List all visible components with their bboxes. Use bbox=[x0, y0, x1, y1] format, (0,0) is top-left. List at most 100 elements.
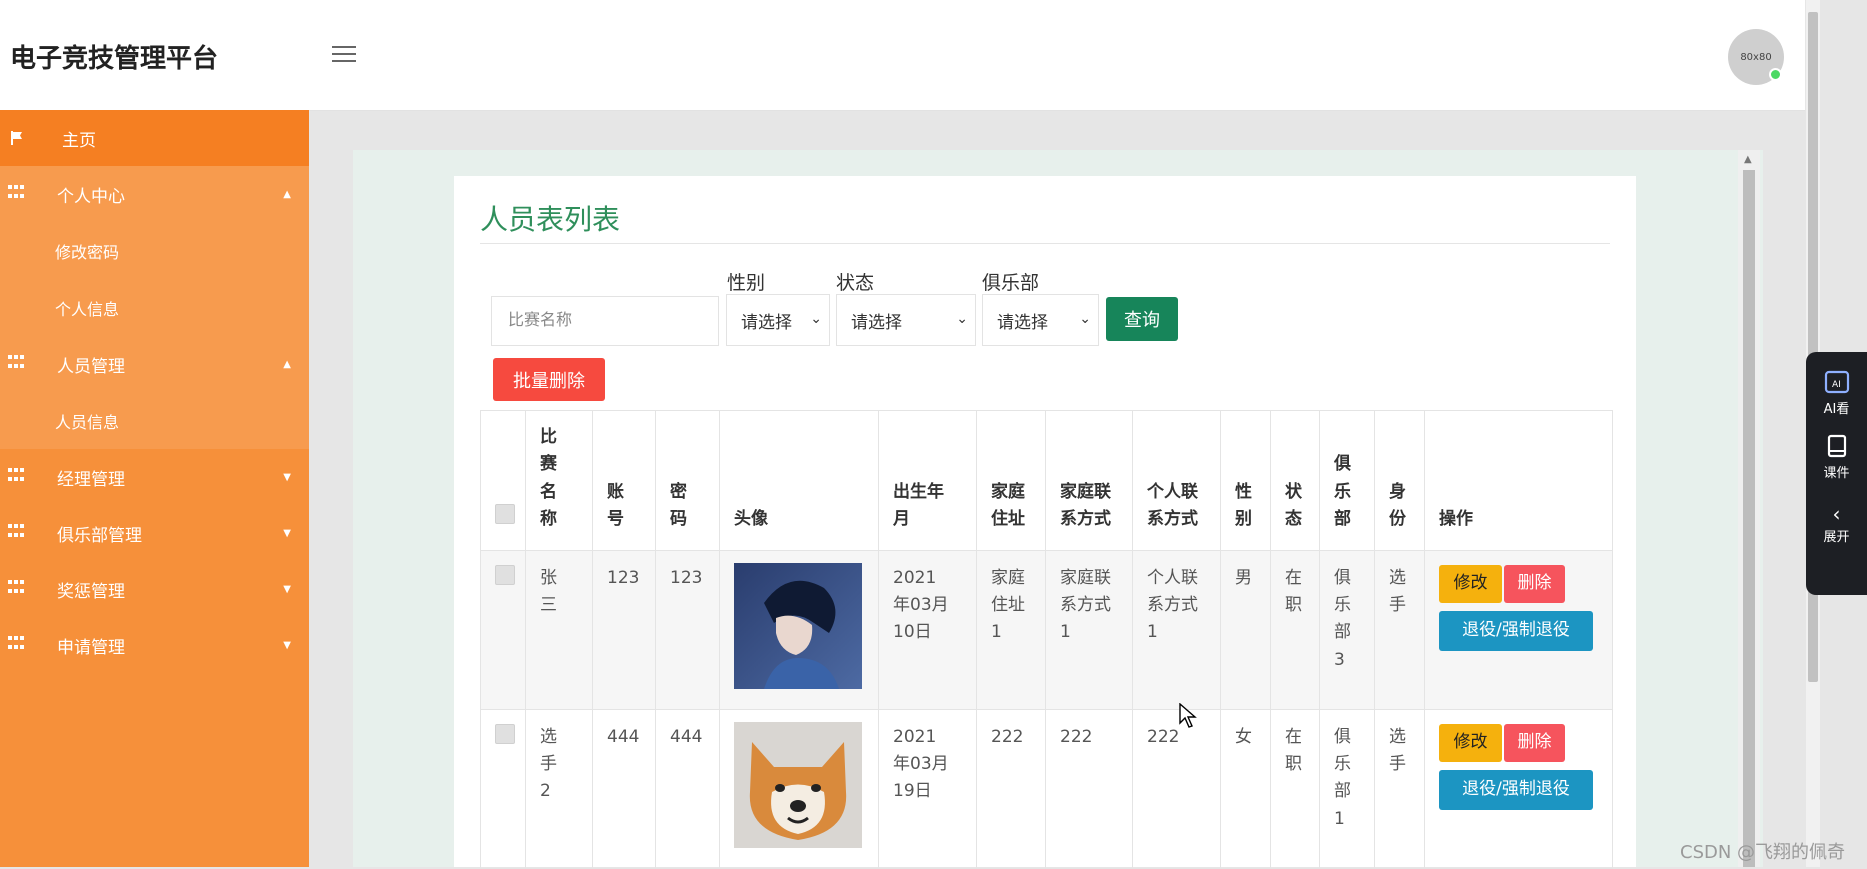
sidebar-item-label: 奖惩管理 bbox=[57, 581, 125, 602]
expand-button[interactable]: ‹ 展开 bbox=[1806, 502, 1867, 545]
col-header-action: 操作 bbox=[1424, 410, 1613, 551]
col-header-club: 俱乐部 bbox=[1319, 410, 1375, 551]
cell-personal-contact: 222 bbox=[1132, 709, 1221, 869]
chevron-down-icon: ▼ bbox=[283, 527, 291, 539]
sidebar-item-home[interactable]: 主页 bbox=[0, 110, 309, 166]
courseware-button[interactable]: 课件 bbox=[1806, 434, 1867, 481]
batch-delete-button[interactable]: 批量删除 bbox=[493, 358, 605, 401]
expand-label: 展开 bbox=[1823, 530, 1850, 545]
edit-button[interactable]: 修改 bbox=[1439, 565, 1502, 603]
col-header-status: 状态 bbox=[1270, 410, 1320, 551]
retire-button[interactable]: 退役/强制退役 bbox=[1439, 770, 1593, 810]
select-all-cell bbox=[480, 410, 526, 551]
svg-text:AI: AI bbox=[1832, 380, 1841, 390]
col-header-identity: 身份 bbox=[1374, 410, 1425, 551]
cell-avatar bbox=[719, 709, 879, 869]
sidebar-subitem-personal-info[interactable]: 个人信息 bbox=[0, 279, 309, 336]
delete-button[interactable]: 删除 bbox=[1504, 565, 1565, 603]
chevron-down-icon: ⌄ bbox=[956, 311, 968, 327]
sidebar-item-reward[interactable]: 奖惩管理 ▼ bbox=[0, 561, 309, 617]
delete-button[interactable]: 删除 bbox=[1504, 724, 1565, 762]
cell-birth: 2021年03月10日 bbox=[878, 550, 977, 710]
cell-personal-contact: 个人联系方式1 bbox=[1132, 550, 1221, 710]
courseware-icon bbox=[1827, 434, 1846, 458]
cell-password: 444 bbox=[655, 709, 720, 869]
cell-club: 俱乐部3 bbox=[1319, 550, 1375, 710]
col-header-account: 账号 bbox=[592, 410, 656, 551]
cell-gender: 女 bbox=[1220, 709, 1271, 869]
grid-icon bbox=[8, 468, 26, 484]
sidebar-item-label: 人员管理 bbox=[57, 356, 125, 377]
staff-list-card: 人员表列表 性别 请选择 ⌄ 状态 请选择 ⌄ 俱乐部 请选择 ⌄ 查询 批量删… bbox=[454, 176, 1636, 869]
col-header-gender: 性别 bbox=[1220, 410, 1271, 551]
sidebar-item-staff[interactable]: 人员管理 ▲ bbox=[0, 336, 309, 392]
col-header-password: 密码 bbox=[655, 410, 720, 551]
search-input[interactable] bbox=[491, 296, 719, 346]
app-title: 电子竞技管理平台 bbox=[10, 44, 219, 74]
cell-address: 家庭住址1 bbox=[976, 550, 1046, 710]
sidebar-item-manager[interactable]: 经理管理 ▼ bbox=[0, 449, 309, 505]
query-button[interactable]: 查询 bbox=[1106, 297, 1178, 341]
row-checkbox-cell bbox=[480, 550, 526, 710]
col-header-personal-contact: 个人联系方式 bbox=[1132, 410, 1221, 551]
sidebar-item-apply[interactable]: 申请管理 ▼ bbox=[0, 617, 309, 673]
grid-icon bbox=[8, 524, 26, 540]
gender-select[interactable]: 请选择 ⌄ bbox=[726, 294, 830, 346]
edit-button[interactable]: 修改 bbox=[1439, 724, 1502, 762]
cell-address: 222 bbox=[976, 709, 1046, 869]
cell-account: 444 bbox=[592, 709, 656, 869]
cell-identity: 选手 bbox=[1374, 550, 1425, 710]
col-header-birth: 出生年月 bbox=[878, 410, 977, 551]
row-checkbox[interactable] bbox=[495, 724, 515, 744]
ai-view-label: AI看 bbox=[1823, 402, 1850, 417]
cell-status: 在职 bbox=[1270, 709, 1320, 869]
online-status-dot bbox=[1769, 68, 1782, 81]
cell-avatar bbox=[719, 550, 879, 710]
mouse-cursor-icon bbox=[1179, 703, 1197, 728]
col-header-family-contact: 家庭联系方式 bbox=[1045, 410, 1133, 551]
page-title: 人员表列表 bbox=[480, 203, 621, 236]
chevron-up-icon: ▲ bbox=[283, 188, 291, 200]
chevron-down-icon: ▼ bbox=[283, 471, 291, 483]
chevron-down-icon: ⌄ bbox=[1079, 311, 1091, 327]
row-checkbox-cell bbox=[480, 709, 526, 869]
avatar[interactable]: 80x80 bbox=[1728, 29, 1784, 85]
menu-toggle-icon[interactable] bbox=[332, 46, 356, 64]
col-header-address: 家庭住址 bbox=[976, 410, 1046, 551]
anime-boy-avatar-image bbox=[734, 563, 862, 689]
status-select[interactable]: 请选择 ⌄ bbox=[836, 294, 976, 346]
grid-icon bbox=[8, 355, 26, 371]
status-select-value: 请选择 bbox=[851, 312, 902, 333]
cell-name: 选手2 bbox=[525, 709, 593, 869]
col-header-avatar: 头像 bbox=[719, 410, 879, 551]
club-select[interactable]: 请选择 ⌄ bbox=[982, 294, 1099, 346]
scroll-up-icon[interactable]: ▲ bbox=[1744, 154, 1752, 165]
sidebar: 主页 个人中心 ▲ 修改密码 个人信息 人员管理 ▲ 人员信息 经理管理 ▼ 俱… bbox=[0, 110, 309, 867]
club-select-value: 请选择 bbox=[997, 312, 1048, 333]
sidebar-subitem-staff-info[interactable]: 人员信息 bbox=[0, 392, 309, 449]
col-header-name: 比赛名称 bbox=[525, 410, 593, 551]
grid-icon bbox=[8, 580, 26, 596]
chevron-left-icon: ‹ bbox=[1832, 502, 1841, 526]
side-tool-panel: AI AI看 课件 ‹ 展开 bbox=[1806, 352, 1867, 595]
table-row: 选手2 444 444 2021年03月19日 222 222 222 女 在职… bbox=[480, 709, 1613, 869]
sidebar-subitem-change-password[interactable]: 修改密码 bbox=[0, 222, 309, 279]
flag-icon bbox=[11, 131, 22, 145]
gender-select-value: 请选择 bbox=[741, 312, 792, 333]
cell-family-contact: 222 bbox=[1045, 709, 1133, 869]
club-label: 俱乐部 bbox=[982, 272, 1040, 294]
row-checkbox[interactable] bbox=[495, 565, 515, 585]
sidebar-item-label: 俱乐部管理 bbox=[57, 525, 142, 546]
retire-button[interactable]: 退役/强制退役 bbox=[1439, 611, 1593, 651]
sidebar-item-label: 主页 bbox=[62, 130, 96, 151]
cell-account: 123 bbox=[592, 550, 656, 710]
sidebar-item-club[interactable]: 俱乐部管理 ▼ bbox=[0, 505, 309, 561]
select-all-checkbox[interactable] bbox=[495, 503, 515, 524]
grid-icon bbox=[8, 185, 26, 201]
sidebar-item-personal[interactable]: 个人中心 ▲ bbox=[0, 166, 309, 222]
ai-view-button[interactable]: AI AI看 bbox=[1806, 370, 1867, 417]
content-scrollbar[interactable]: ▲ bbox=[1738, 150, 1760, 867]
cell-name: 张三 bbox=[525, 550, 593, 710]
chevron-up-icon: ▲ bbox=[283, 358, 291, 370]
gender-label: 性别 bbox=[727, 272, 766, 294]
